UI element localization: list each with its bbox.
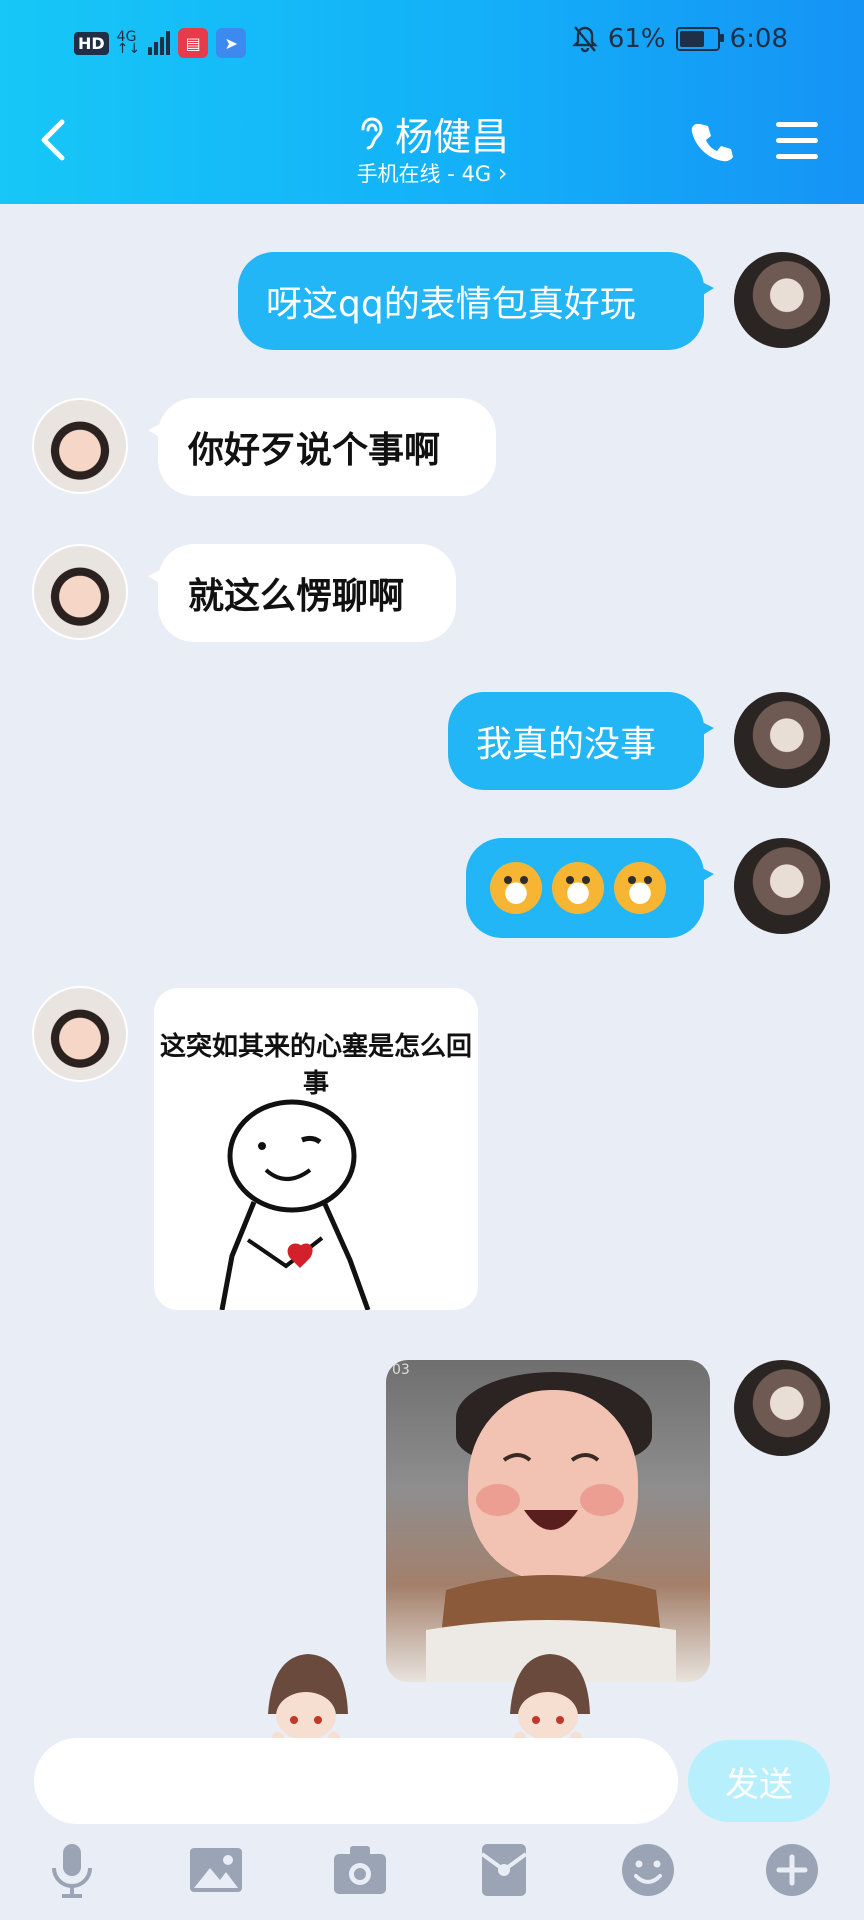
camera-icon[interactable]	[330, 1840, 390, 1900]
cat-face-emoji-icon	[552, 862, 604, 914]
avatar-self[interactable]	[734, 252, 830, 348]
status-bar: HD 4G ↑↓ ▤ ➤ 61% 6:08	[0, 24, 864, 60]
avatar-self[interactable]	[734, 838, 830, 934]
status-right: 61% 6:08	[571, 24, 788, 54]
peeking-character-right-decoration	[510, 1654, 590, 1740]
message-bubble-outgoing[interactable]: 我真的没事	[448, 692, 714, 790]
clock: 6:08	[729, 24, 788, 54]
hd-badge: HD	[74, 31, 109, 55]
signal-icon	[148, 31, 171, 55]
contact-name: 杨健昌	[394, 115, 509, 159]
contact-status[interactable]: 手机在线 - 4G ›	[0, 158, 864, 188]
contact-title[interactable]: 杨健昌	[0, 106, 864, 161]
sticker-message[interactable]: 这突如其来的心塞是怎么回事	[154, 988, 478, 1310]
contact-status-text: 手机在线 - 4G	[356, 162, 492, 186]
microphone-icon[interactable]	[42, 1840, 102, 1900]
message-text: 就这么愣聊啊	[188, 575, 405, 617]
battery-icon	[675, 27, 724, 51]
menu-icon[interactable]	[776, 122, 818, 170]
cat-face-emoji-icon	[490, 862, 542, 914]
message-text: 我真的没事	[476, 724, 657, 765]
red-packet-icon[interactable]	[474, 1840, 534, 1900]
phone-icon[interactable]	[690, 120, 734, 164]
message-input[interactable]	[34, 1738, 678, 1824]
message-bubble-emoji[interactable]	[466, 838, 714, 938]
network-sub: ↑↓	[116, 41, 141, 57]
send-app-icon: ➤	[216, 28, 247, 58]
laughing-baby-image	[426, 1453, 676, 1682]
cat-face-emoji-icon	[614, 862, 666, 914]
message-text: 你好歹说个事啊	[188, 429, 441, 471]
avatar-self[interactable]	[734, 692, 830, 788]
message-text: 呀这qq的表情包真好玩	[266, 284, 636, 325]
avatar-contact[interactable]	[32, 544, 128, 640]
avatar-contact[interactable]	[32, 986, 128, 1082]
message-bubble-incoming[interactable]: 就这么愣聊啊	[148, 544, 456, 642]
message-bubble-incoming[interactable]: 你好歹说个事啊	[148, 398, 496, 496]
chat-header: HD 4G ↑↓ ▤ ➤ 61% 6:08 杨健昌 手机在线 - 4G ›	[0, 0, 864, 204]
ear-icon	[361, 116, 383, 149]
emoji-icon[interactable]	[618, 1840, 678, 1900]
peeking-character-left-decoration	[268, 1654, 348, 1740]
image-icon[interactable]	[186, 1840, 246, 1900]
battery-percent: 61%	[607, 24, 666, 54]
chevron-right-icon: ›	[497, 159, 508, 187]
status-left: HD 4G ↑↓ ▤ ➤	[74, 28, 247, 58]
send-button[interactable]: 发送	[688, 1740, 830, 1822]
stick-figure-heartbreak-image	[219, 1099, 371, 1310]
plus-icon[interactable]	[762, 1840, 822, 1900]
book-app-icon: ▤	[178, 28, 209, 58]
message-bubble-outgoing[interactable]: 呀这qq的表情包真好玩	[238, 252, 714, 350]
mute-bell-icon	[571, 26, 598, 53]
photo-message[interactable]: 03	[386, 1360, 710, 1682]
avatar-contact[interactable]	[32, 398, 128, 494]
network-type: 4G ↑↓	[116, 30, 141, 57]
avatar-self[interactable]	[734, 1360, 830, 1456]
